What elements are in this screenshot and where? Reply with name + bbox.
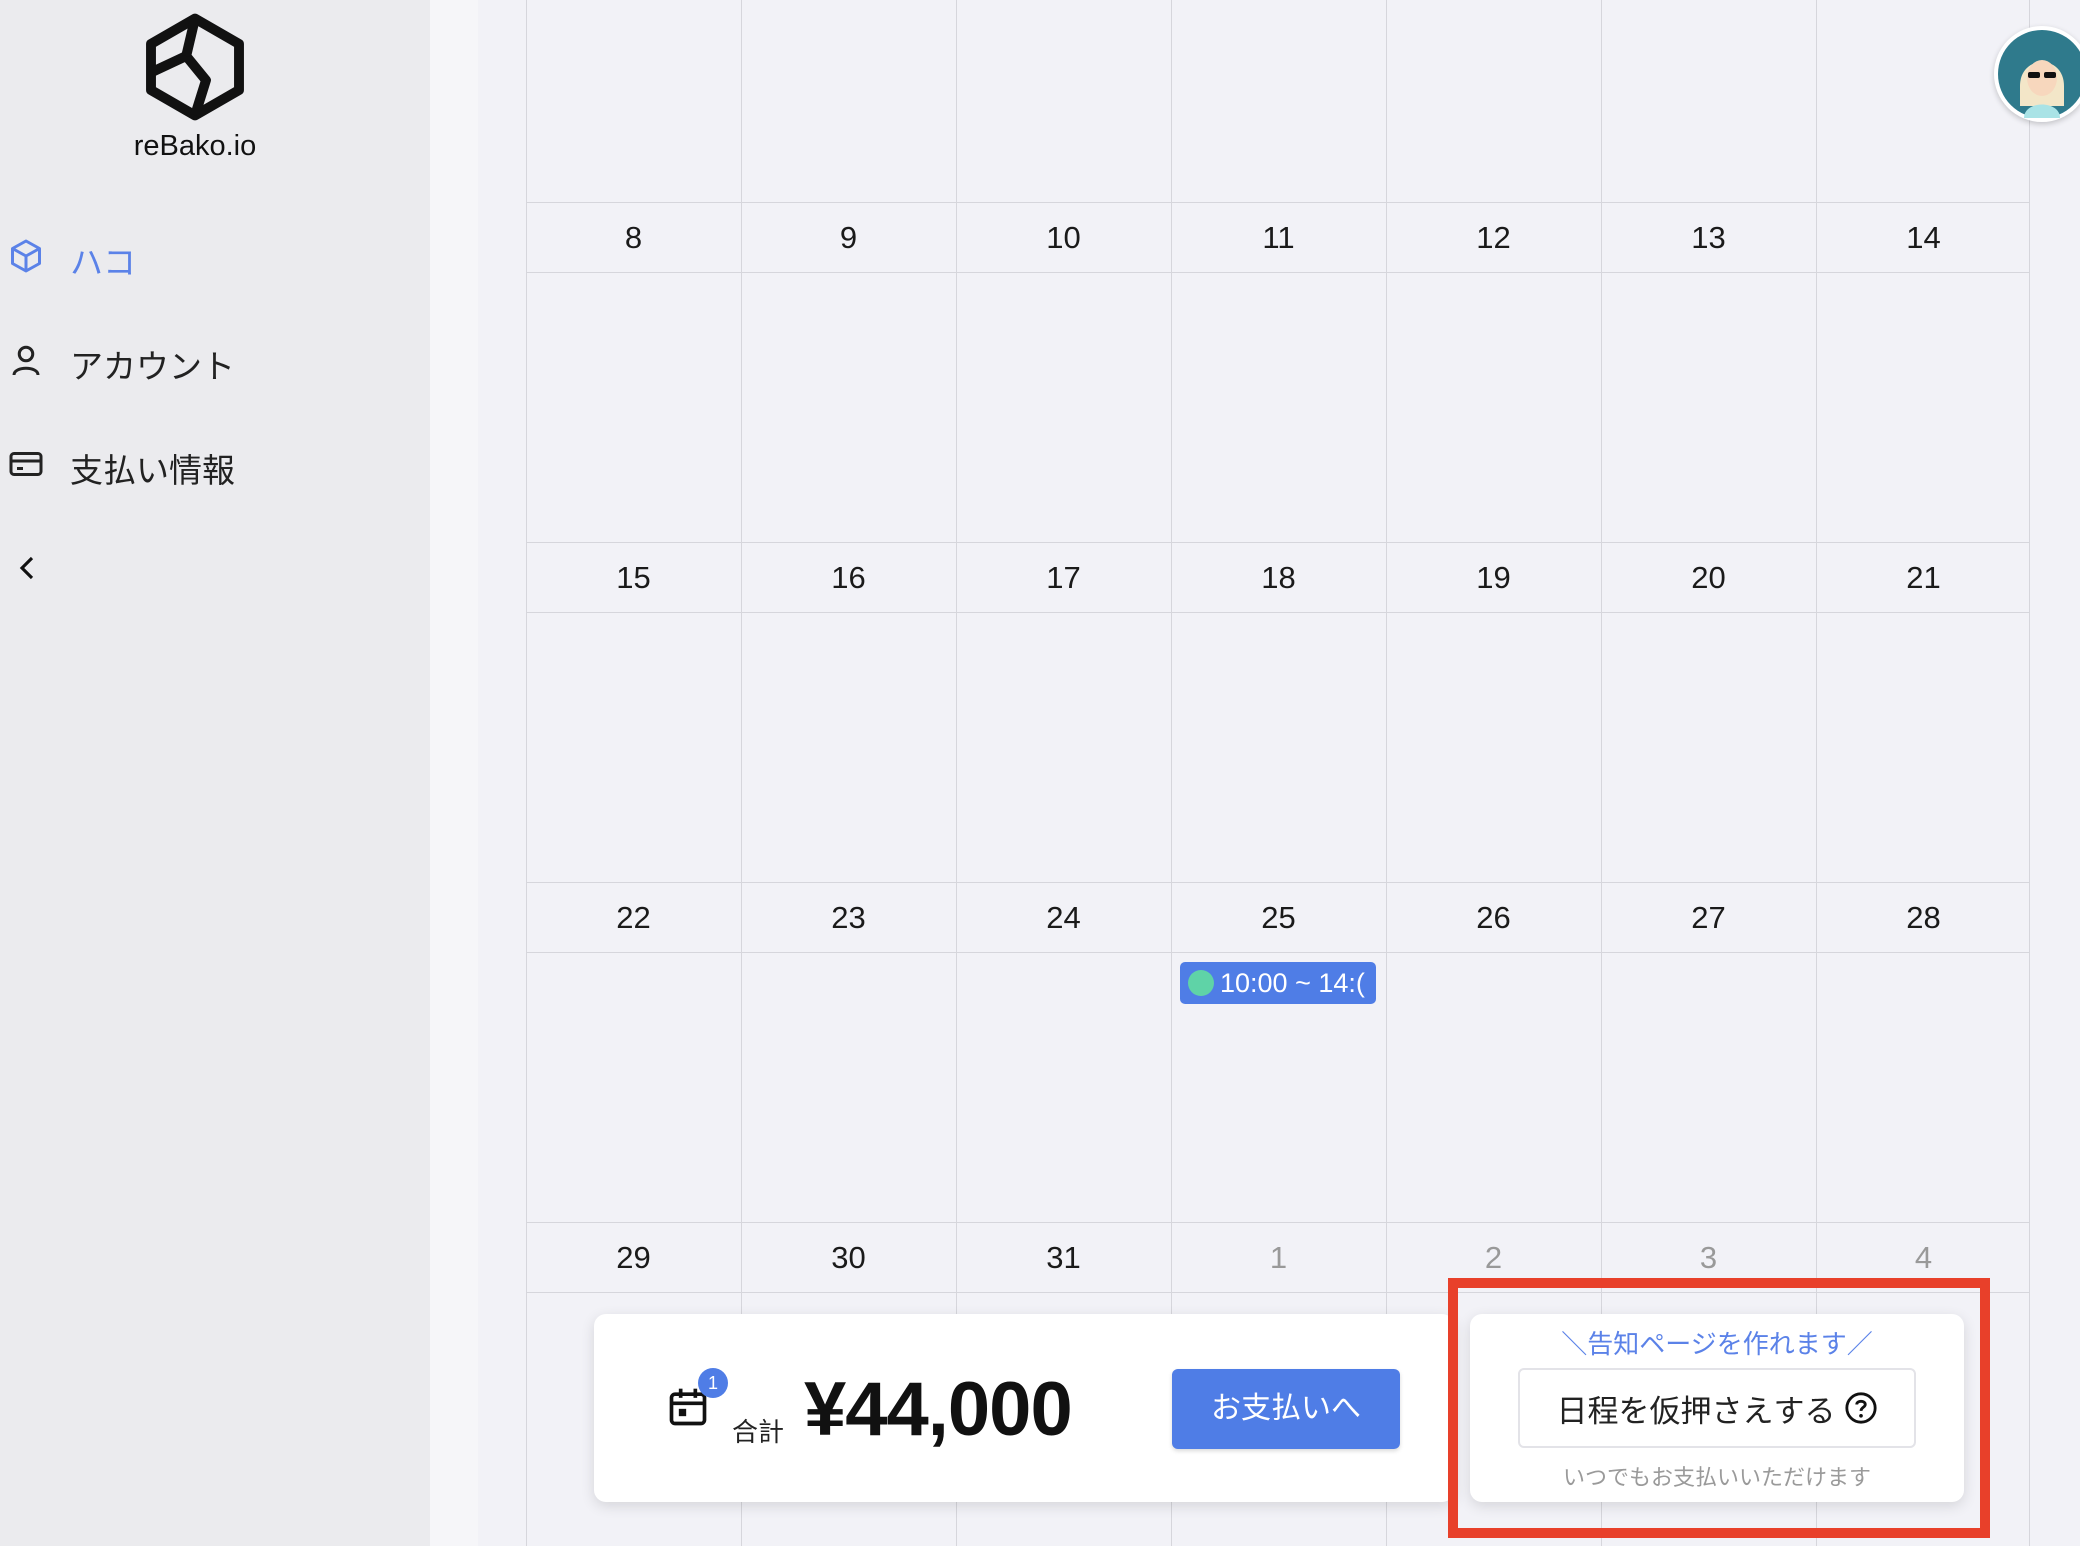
total-label: 合計 bbox=[732, 1418, 785, 1448]
payment-summary-card: 1 合計 ¥44,000 お支払いへ bbox=[594, 1314, 1454, 1502]
credit-card-icon bbox=[9, 452, 43, 476]
proceed-to-payment-button[interactable]: お支払いへ bbox=[1172, 1369, 1400, 1449]
day-cell[interactable]: 1 bbox=[1171, 1240, 1386, 1276]
grid-line bbox=[526, 1222, 2030, 1223]
day-cell[interactable]: 23 bbox=[741, 900, 956, 936]
total-amount: ¥44,000 bbox=[804, 1367, 1073, 1452]
day-cell[interactable]: 8 bbox=[526, 220, 741, 256]
sidebar-item-payment-info[interactable]: 支払い情報 bbox=[0, 434, 430, 494]
day-cell[interactable]: 31 bbox=[956, 1240, 1171, 1276]
event-time: 10:00 ~ 14:( bbox=[1220, 967, 1365, 998]
day-cell[interactable]: 10 bbox=[956, 220, 1171, 256]
brand-name: reBako.io bbox=[133, 130, 257, 162]
rebako-logo-icon bbox=[146, 13, 244, 121]
sidebar: reBako.io ハコ アカウント 支払い情報 bbox=[0, 0, 430, 1546]
day-cell[interactable]: 12 bbox=[1386, 220, 1601, 256]
day-cell[interactable]: 14 bbox=[1816, 220, 2031, 256]
day-cell[interactable]: 2 bbox=[1386, 1240, 1601, 1276]
chevron-left-icon[interactable] bbox=[12, 550, 42, 586]
day-cell[interactable]: 26 bbox=[1386, 900, 1601, 936]
sidebar-item-label: 支払い情報 bbox=[70, 451, 235, 490]
grid-line bbox=[526, 612, 2030, 613]
grid-line bbox=[526, 882, 2030, 883]
day-cell[interactable]: 15 bbox=[526, 560, 741, 596]
day-cell[interactable]: 22 bbox=[526, 900, 741, 936]
day-cell[interactable]: 16 bbox=[741, 560, 956, 596]
user-avatar-icon bbox=[1998, 30, 2080, 118]
day-cell[interactable]: 30 bbox=[741, 1240, 956, 1276]
sidebar-item-hako[interactable]: ハコ bbox=[0, 226, 430, 286]
day-cell[interactable]: 9 bbox=[741, 220, 956, 256]
day-cell[interactable]: 11 bbox=[1171, 220, 1386, 256]
calendar-event[interactable]: 10:00 ~ 14:( bbox=[1180, 962, 1376, 1004]
avatar[interactable] bbox=[1994, 26, 2080, 122]
day-cell[interactable]: 17 bbox=[956, 560, 1171, 596]
day-cell[interactable]: 29 bbox=[526, 1240, 741, 1276]
grid-line bbox=[526, 542, 2030, 543]
sidebar-item-label: アカウント bbox=[70, 347, 235, 386]
day-cell[interactable]: 3 bbox=[1601, 1240, 1816, 1276]
sidebar-item-account[interactable]: アカウント bbox=[0, 330, 430, 390]
day-cell[interactable]: 24 bbox=[956, 900, 1171, 936]
content-gutter bbox=[430, 0, 478, 1546]
day-cell[interactable]: 28 bbox=[1816, 900, 2031, 936]
day-cell[interactable]: 13 bbox=[1601, 220, 1816, 256]
grid-line bbox=[526, 272, 2030, 273]
sidebar-item-label: ハコ bbox=[70, 243, 136, 282]
highlight-annotation bbox=[1448, 1278, 1990, 1538]
user-icon bbox=[12, 345, 40, 376]
day-cell[interactable]: 25 bbox=[1171, 900, 1386, 936]
grid-line bbox=[526, 202, 2030, 203]
day-cell[interactable]: 20 bbox=[1601, 560, 1816, 596]
grid-line bbox=[526, 952, 2030, 953]
day-cell[interactable]: 19 bbox=[1386, 560, 1601, 596]
selection-count-badge: 1 bbox=[698, 1368, 728, 1398]
event-status-dot bbox=[1188, 970, 1214, 996]
box-icon bbox=[11, 239, 41, 273]
day-cell[interactable]: 18 bbox=[1171, 560, 1386, 596]
day-cell[interactable]: 4 bbox=[1816, 1240, 2031, 1276]
day-cell[interactable]: 27 bbox=[1601, 900, 1816, 936]
day-cell[interactable]: 21 bbox=[1816, 560, 2031, 596]
